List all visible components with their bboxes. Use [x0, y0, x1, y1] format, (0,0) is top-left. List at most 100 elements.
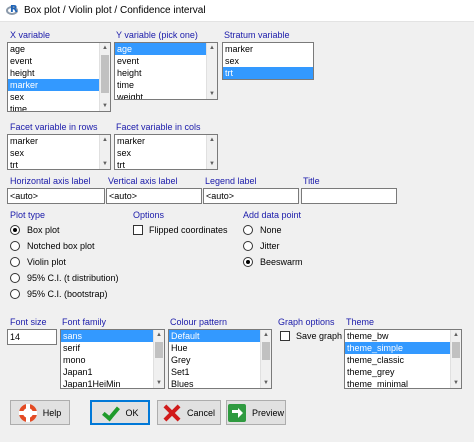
list-item[interactable]: marker — [223, 43, 313, 55]
y-variable-listbox[interactable]: age event height time weight ▲ ▼ — [114, 42, 218, 100]
data-point-beeswarm[interactable]: Beeswarm — [243, 257, 303, 267]
preview-button[interactable]: Preview — [226, 400, 286, 425]
list-item[interactable]: sex — [115, 147, 217, 159]
vertical-axis-label: Vertical axis label — [108, 176, 178, 186]
font-family-listbox[interactable]: sans serif mono Japan1 Japan1HeiMin ▲ ▼ — [60, 329, 165, 389]
list-item[interactable]: theme_minimal — [345, 378, 461, 388]
list-item[interactable]: Grey — [169, 354, 271, 366]
scroll-thumb[interactable] — [101, 55, 109, 93]
data-point-none[interactable]: None — [243, 225, 282, 235]
list-item[interactable]: theme_bw — [345, 330, 461, 342]
list-item[interactable]: event — [8, 55, 110, 67]
save-graph-checkbox[interactable]: Save graph — [280, 331, 342, 341]
scroll-down-icon[interactable]: ▼ — [261, 378, 271, 388]
help-button[interactable]: Help — [10, 400, 70, 425]
scroll-up-icon[interactable]: ▲ — [451, 330, 461, 340]
list-item[interactable]: Blues — [169, 378, 271, 388]
list-item[interactable]: time — [115, 79, 217, 91]
scroll-up-icon[interactable]: ▲ — [207, 135, 217, 145]
radio-button[interactable] — [243, 241, 253, 251]
checkbox[interactable] — [133, 225, 143, 235]
list-item[interactable]: marker — [8, 79, 110, 91]
colour-pattern-listbox[interactable]: Default Hue Grey Set1 Blues ▲ ▼ — [168, 329, 272, 389]
list-item[interactable]: Japan1HeiMin — [61, 378, 164, 388]
plot-type-ci-t[interactable]: 95% C.I. (t distribution) — [10, 273, 119, 283]
theme-listbox[interactable]: theme_bw theme_simple theme_classic them… — [344, 329, 462, 389]
list-item[interactable]: height — [8, 67, 110, 79]
list-item[interactable]: theme_grey — [345, 366, 461, 378]
list-item[interactable]: mono — [61, 354, 164, 366]
font-family-scrollbar[interactable]: ▲ ▼ — [153, 330, 164, 388]
stratum-variable-listbox[interactable]: marker sex trt — [222, 42, 314, 80]
radio-button[interactable] — [10, 241, 20, 251]
flipped-coordinates-checkbox[interactable]: Flipped coordinates — [133, 225, 228, 235]
list-item[interactable]: serif — [61, 342, 164, 354]
radio-button[interactable] — [10, 273, 20, 283]
radio-button[interactable] — [10, 289, 20, 299]
x-variable-scrollbar[interactable]: ▲ ▼ — [99, 43, 110, 111]
checkbox[interactable] — [280, 331, 290, 341]
list-item[interactable]: sex — [8, 147, 110, 159]
scroll-up-icon[interactable]: ▲ — [100, 135, 110, 145]
scroll-down-icon[interactable]: ▼ — [451, 378, 461, 388]
list-item[interactable]: sex — [223, 55, 313, 67]
facet-cols-listbox[interactable]: marker sex trt ▲ ▼ — [114, 134, 218, 170]
list-item[interactable]: marker — [115, 135, 217, 147]
list-item[interactable]: Default — [169, 330, 271, 342]
list-item[interactable]: Set1 — [169, 366, 271, 378]
ok-button[interactable]: OK — [90, 400, 150, 425]
scroll-thumb[interactable] — [155, 342, 163, 358]
scroll-up-icon[interactable]: ▲ — [100, 43, 110, 53]
list-item[interactable]: Hue — [169, 342, 271, 354]
scroll-up-icon[interactable]: ▲ — [261, 330, 271, 340]
list-item[interactable]: theme_simple — [345, 342, 461, 354]
legend-input[interactable] — [203, 188, 299, 204]
list-item[interactable]: marker — [8, 135, 110, 147]
radio-button[interactable] — [243, 257, 253, 267]
list-item[interactable]: age — [115, 43, 217, 55]
list-item[interactable]: trt — [223, 67, 313, 79]
facet-rows-scrollbar[interactable]: ▲ ▼ — [99, 135, 110, 169]
scroll-down-icon[interactable]: ▼ — [100, 101, 110, 111]
title-input[interactable] — [301, 188, 397, 204]
list-item[interactable]: age — [8, 43, 110, 55]
scroll-thumb[interactable] — [262, 342, 270, 360]
x-variable-listbox[interactable]: age event height marker sex time ▲ ▼ — [7, 42, 111, 112]
list-item[interactable]: sans — [61, 330, 164, 342]
facet-rows-listbox[interactable]: marker sex trt ▲ ▼ — [7, 134, 111, 170]
radio-button[interactable] — [10, 225, 20, 235]
theme-scrollbar[interactable]: ▲ ▼ — [450, 330, 461, 388]
plot-type-notched-box-plot[interactable]: Notched box plot — [10, 241, 95, 251]
vertical-axis-input[interactable] — [106, 188, 202, 204]
list-item[interactable]: height — [115, 67, 217, 79]
list-item[interactable]: event — [115, 55, 217, 67]
list-item[interactable]: time — [8, 103, 110, 111]
cancel-button[interactable]: Cancel — [157, 400, 221, 425]
facet-cols-scrollbar[interactable]: ▲ ▼ — [206, 135, 217, 169]
list-item[interactable]: weight — [115, 91, 217, 99]
scroll-up-icon[interactable]: ▲ — [207, 43, 217, 53]
colour-pattern-scrollbar[interactable]: ▲ ▼ — [260, 330, 271, 388]
list-item[interactable]: trt — [115, 159, 217, 169]
arrow-icon — [227, 403, 246, 422]
horizontal-axis-input[interactable] — [7, 188, 105, 204]
list-item[interactable]: trt — [8, 159, 110, 169]
list-item[interactable]: Japan1 — [61, 366, 164, 378]
plot-type-violin-plot[interactable]: Violin plot — [10, 257, 66, 267]
radio-button[interactable] — [10, 257, 20, 267]
scroll-down-icon[interactable]: ▼ — [100, 159, 110, 169]
list-item[interactable]: theme_classic — [345, 354, 461, 366]
scroll-down-icon[interactable]: ▼ — [154, 378, 164, 388]
scroll-down-icon[interactable]: ▼ — [207, 89, 217, 99]
data-point-jitter[interactable]: Jitter — [243, 241, 280, 251]
plot-type-box-plot[interactable]: Box plot — [10, 225, 60, 235]
scroll-down-icon[interactable]: ▼ — [207, 159, 217, 169]
scroll-up-icon[interactable]: ▲ — [154, 330, 164, 340]
font-size-input[interactable] — [7, 329, 57, 345]
radio-button[interactable] — [243, 225, 253, 235]
y-variable-scrollbar[interactable]: ▲ ▼ — [206, 43, 217, 99]
scroll-thumb[interactable] — [452, 342, 460, 358]
plot-type-ci-bootstrap[interactable]: 95% C.I. (bootstrap) — [10, 289, 108, 299]
theme-label: Theme — [346, 317, 375, 327]
list-item[interactable]: sex — [8, 91, 110, 103]
